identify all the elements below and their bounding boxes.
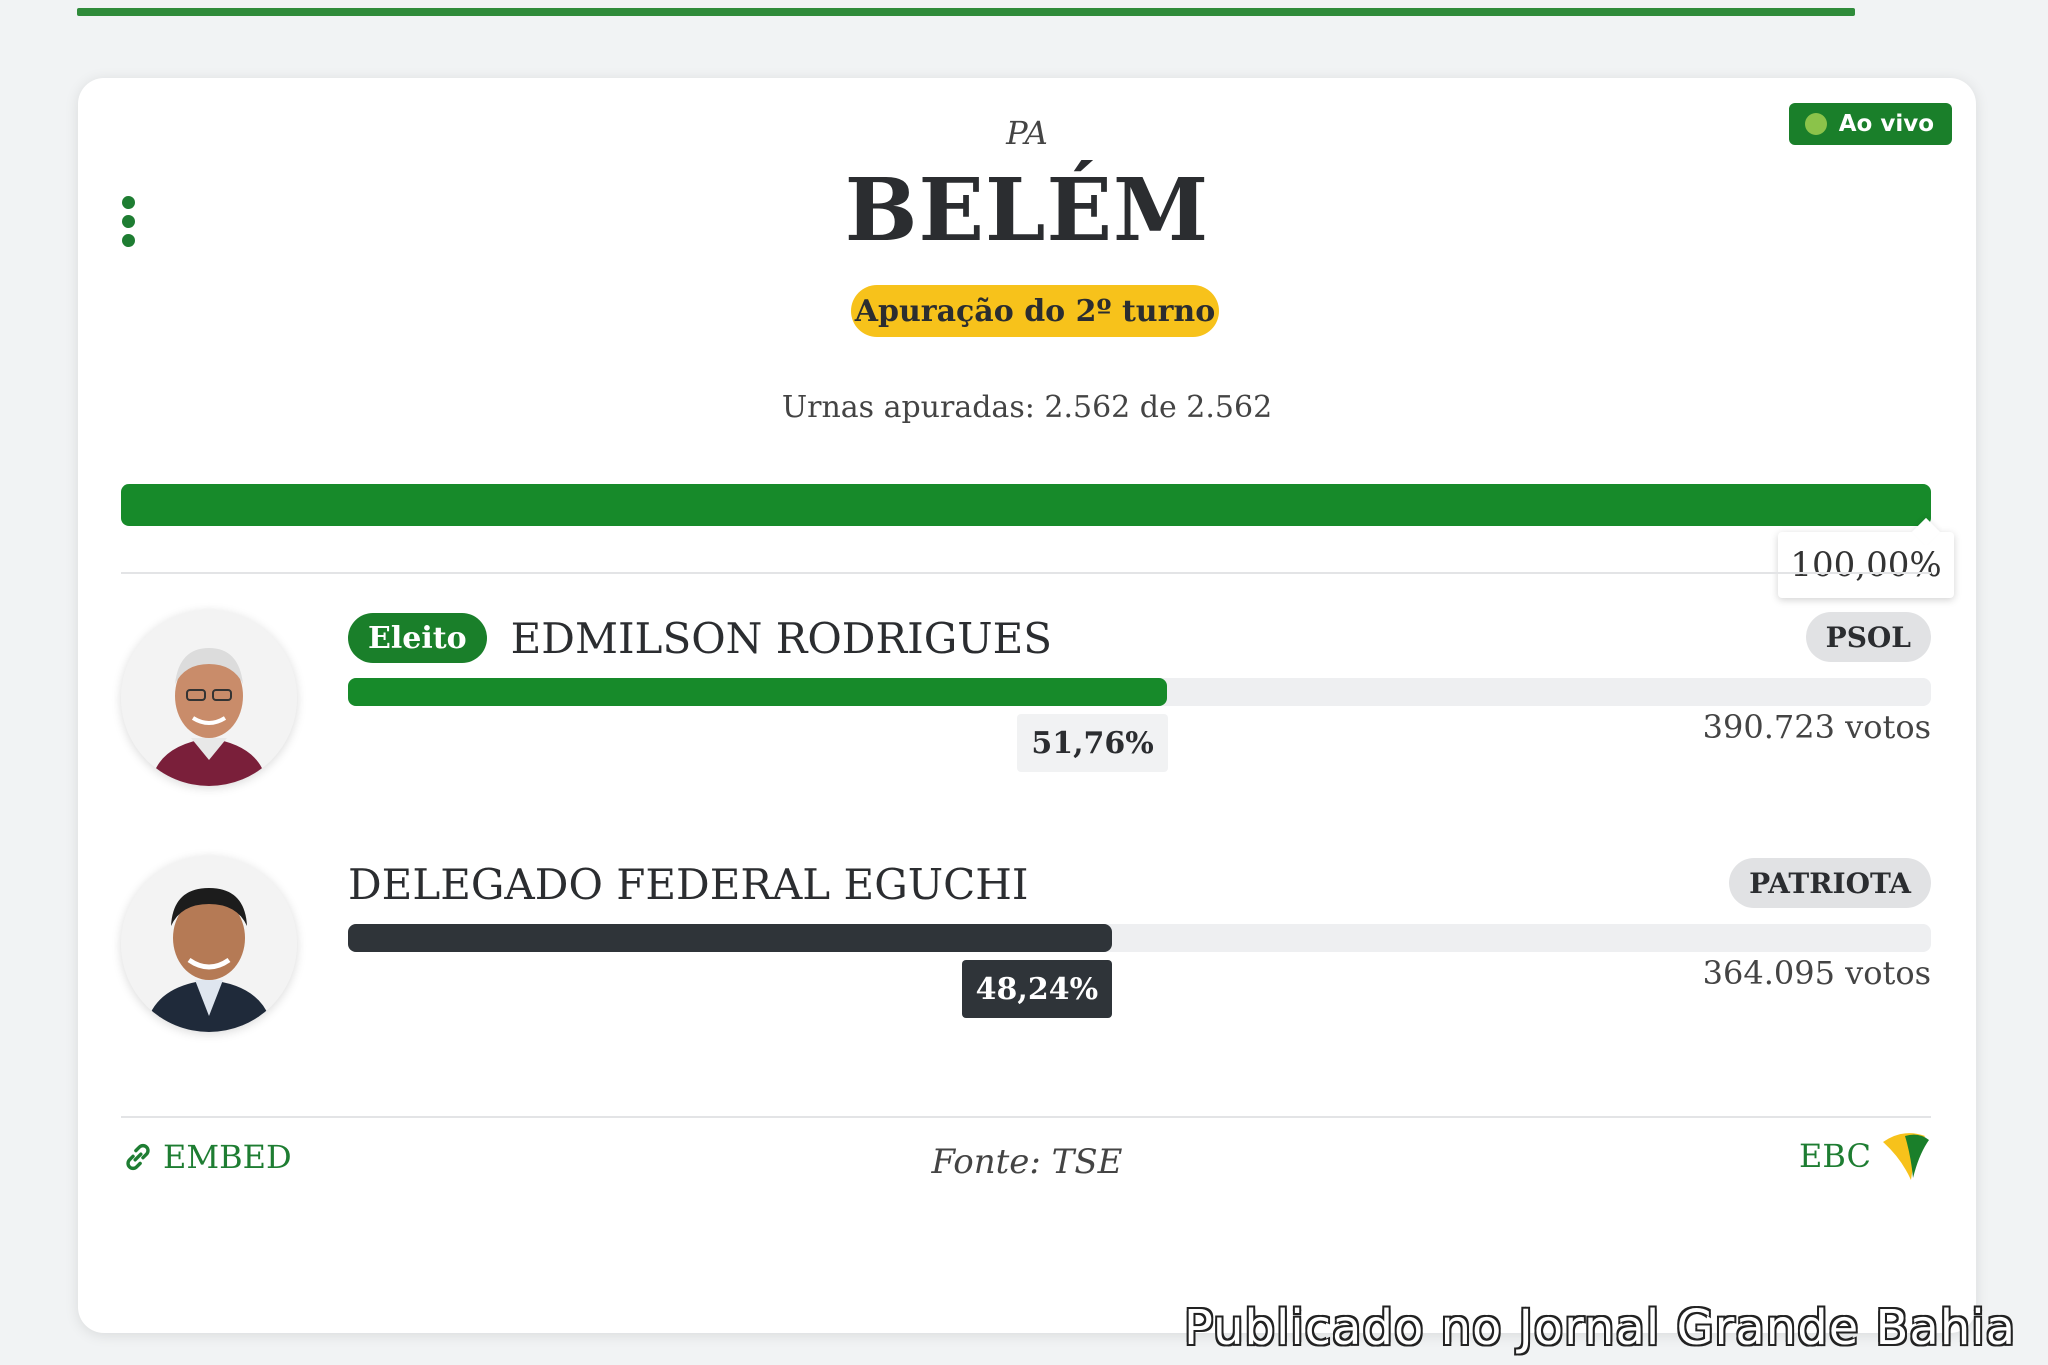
party-badge: PSOL bbox=[1805, 612, 1931, 662]
ebc-flag-icon bbox=[1883, 1133, 1929, 1180]
divider bbox=[121, 572, 1931, 574]
candidate-row: DELEGADO FEDERAL EGUCHI PATRIOTA 48,24% … bbox=[121, 856, 1931, 1036]
card-footer: EMBED Fonte: TSE EBC bbox=[121, 1133, 1933, 1202]
vote-share-bar bbox=[348, 678, 1931, 706]
vote-share-fill bbox=[348, 678, 1168, 706]
counting-progress-fill bbox=[121, 484, 1931, 526]
elected-badge: Eleito bbox=[348, 613, 487, 663]
counting-progress-label: 100,00% bbox=[1778, 532, 1954, 598]
counting-progress-bar bbox=[121, 484, 1931, 526]
vote-count: 364.095 votos bbox=[1702, 954, 1931, 992]
candidate-header: DELEGADO FEDERAL EGUCHI PATRIOTA bbox=[348, 856, 1931, 912]
city-title: BELÉM bbox=[844, 160, 1210, 261]
party-badge: PATRIOTA bbox=[1729, 858, 1931, 908]
candidate-name: DELEGADO FEDERAL EGUCHI bbox=[348, 859, 1029, 909]
candidate-photo bbox=[121, 856, 297, 1032]
divider bbox=[121, 1116, 1931, 1118]
vote-share-bar bbox=[348, 924, 1931, 952]
ebc-logo[interactable]: EBC bbox=[1799, 1128, 1933, 1184]
candidate-photo bbox=[121, 610, 297, 786]
round-badge: Apuração do 2º turno bbox=[851, 285, 1219, 337]
urnas-count: Urnas apuradas: 2.562 de 2.562 bbox=[781, 390, 1273, 425]
vote-percent-label: 48,24% bbox=[961, 960, 1113, 1018]
candidate-row: Eleito EDMILSON RODRIGUES PSOL 51,76% 39… bbox=[121, 610, 1931, 790]
vote-share-fill bbox=[348, 924, 1112, 952]
candidate-header: Eleito EDMILSON RODRIGUES PSOL bbox=[348, 610, 1931, 666]
candidate-name: EDMILSON RODRIGUES bbox=[510, 613, 1053, 663]
vote-percent-label: 51,76% bbox=[1017, 714, 1168, 772]
source-label: Fonte: TSE bbox=[931, 1142, 1123, 1182]
top-accent-rule bbox=[77, 8, 1855, 16]
state-label: PA bbox=[1006, 114, 1048, 152]
watermark: Publicado no Jornal Grande Bahia bbox=[1184, 1300, 2016, 1356]
election-results-card: Ao vivo PA BELÉM Apuração do 2º turno Ur… bbox=[78, 78, 1976, 1333]
ebc-label: EBC bbox=[1799, 1137, 1871, 1175]
vote-count: 390.723 votos bbox=[1702, 708, 1931, 746]
